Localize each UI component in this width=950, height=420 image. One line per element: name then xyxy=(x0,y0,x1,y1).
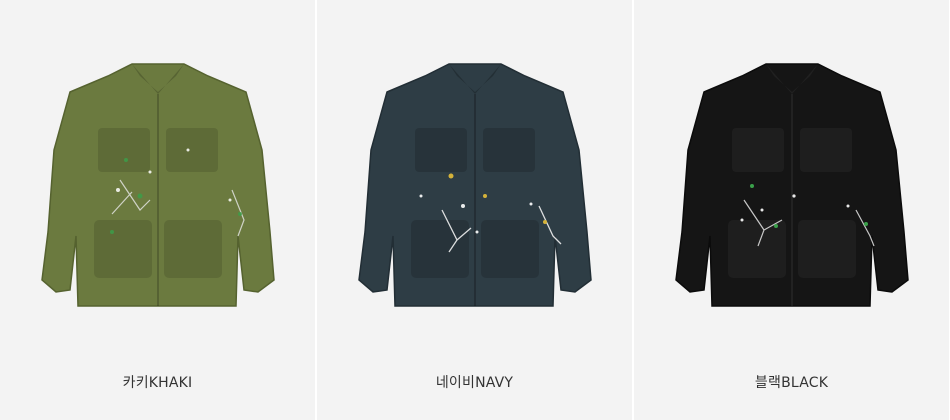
khaki-jacket-image[interactable] xyxy=(0,0,315,340)
navy-jacket-image[interactable] xyxy=(317,0,632,340)
black-jacket-image[interactable] xyxy=(634,0,949,340)
product-label[interactable]: 블랙BLACK xyxy=(634,372,949,392)
product-grid: 카키KHAKI 네이비NAVY 블랙BLACK xyxy=(0,0,950,420)
product-card-navy[interactable]: 네이비NAVY xyxy=(317,0,632,420)
product-label[interactable]: 네이비NAVY xyxy=(317,372,632,392)
product-card-black[interactable]: 블랙BLACK xyxy=(634,0,949,420)
product-label[interactable]: 카키KHAKI xyxy=(0,372,315,392)
product-card-khaki[interactable]: 카키KHAKI xyxy=(0,0,315,420)
